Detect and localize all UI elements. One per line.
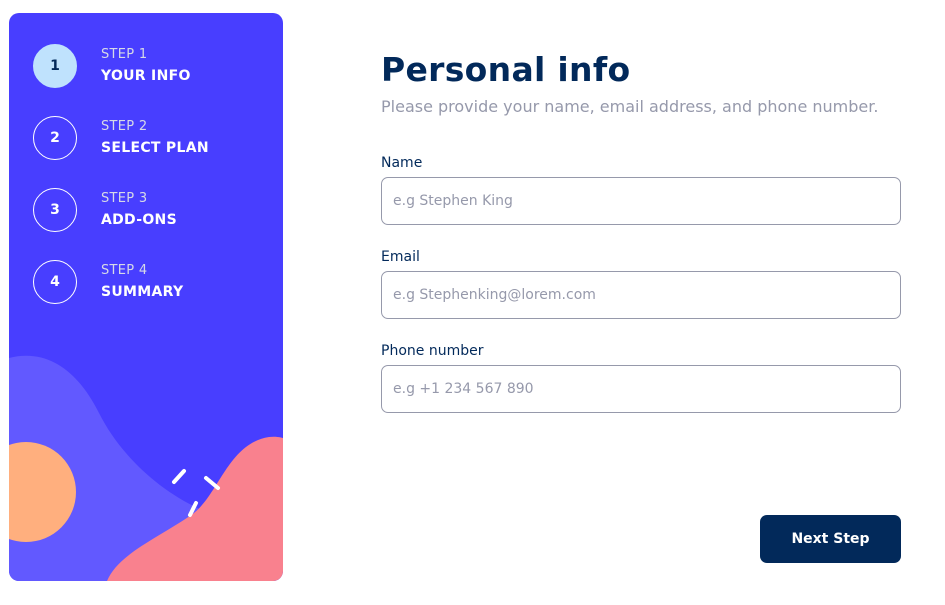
sidebar: 1 STEP 1 YOUR INFO 2 STEP 2 SELECT PLAN … — [9, 13, 283, 581]
step-label: STEP 4 — [101, 263, 148, 278]
step-number-badge: 2 — [33, 116, 77, 160]
step-title: SUMMARY — [101, 284, 184, 300]
step-title: SELECT PLAN — [101, 140, 209, 156]
phone-field-group: Phone number — [381, 343, 901, 413]
name-label: Name — [381, 155, 423, 171]
step-text: STEP 3 ADD-ONS — [101, 191, 177, 228]
email-field-group: Email — [381, 249, 901, 319]
phone-label: Phone number — [381, 343, 484, 359]
step-number-badge: 1 — [33, 44, 77, 88]
step-label: STEP 3 — [101, 191, 148, 206]
step-label: STEP 2 — [101, 119, 148, 134]
step-number-badge: 4 — [33, 260, 77, 304]
step-text: STEP 2 SELECT PLAN — [101, 119, 209, 156]
next-step-button[interactable]: Next Step — [760, 515, 901, 563]
step-label: STEP 1 — [101, 47, 148, 62]
step-number-badge: 3 — [33, 188, 77, 232]
step-title: YOUR INFO — [101, 68, 191, 84]
email-input[interactable] — [381, 271, 901, 319]
name-input[interactable] — [381, 177, 901, 225]
page-title: Personal info — [381, 50, 631, 89]
step-title: ADD-ONS — [101, 212, 177, 228]
step-text: STEP 4 SUMMARY — [101, 263, 183, 300]
phone-input[interactable] — [381, 365, 901, 413]
form-header: Personal info Please provide your name, … — [381, 50, 901, 116]
step-text: STEP 1 YOUR INFO — [101, 47, 191, 84]
email-label: Email — [381, 249, 420, 265]
name-field-group: Name — [381, 155, 901, 225]
page-subtitle: Please provide your name, email address,… — [381, 97, 879, 116]
